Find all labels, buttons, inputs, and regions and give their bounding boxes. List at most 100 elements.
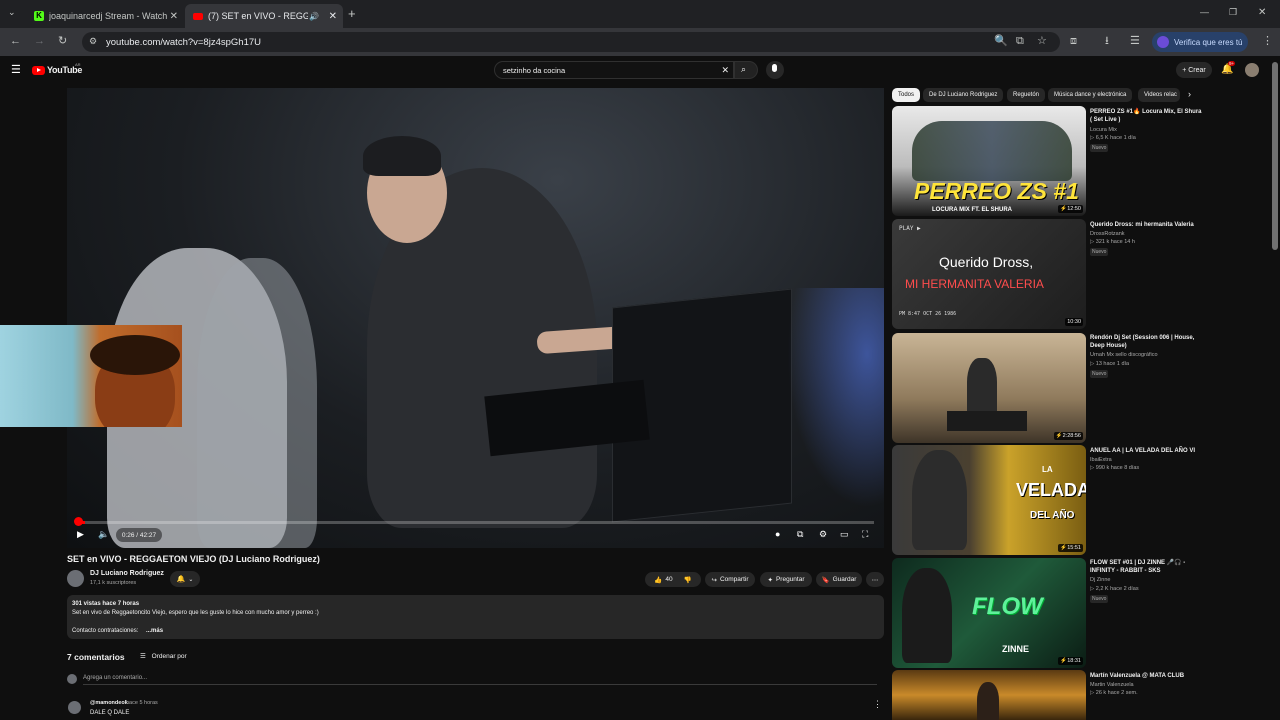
voice-search-button[interactable] [766,61,784,79]
rec-channel[interactable]: Martin Valenzuela [1090,682,1134,688]
video-description[interactable]: 301 vistas hace 7 horas Set en vivo de R… [67,595,884,639]
thumb-subline: LOCURA MIX FT. EL SHURA [932,207,1013,213]
more-actions-button[interactable]: ⋯ [866,572,884,587]
site-info-icon[interactable]: ⚙ [89,37,97,46]
tab-youtube-video[interactable]: (7) SET en VIVO - REGGAETO 🔊 ✕ [185,4,343,28]
forward-arrow-icon[interactable]: → [34,36,45,47]
address-bar[interactable]: ⚙ youtube.com/watch?v=8jz4spGh17U 🔍 ⧉ ☆ [82,32,1060,52]
thumb-date: PM 8:47 OCT 26 1986 [899,311,957,317]
rec-thumbnail[interactable]: ⚡2:28:56 [892,333,1086,443]
close-tab-icon[interactable]: ✕ [170,11,178,22]
ask-button[interactable]: ✦ Preguntar [760,572,812,587]
browser-tab-bar: ⌄ K joaquinarcedj Stream - Watch L ✕ (7)… [0,0,1280,28]
like-count[interactable]: 40 [665,576,672,583]
bookmark-star-icon[interactable]: ☆ [1037,36,1047,47]
fullscreen-icon[interactable]: ⛶ [862,530,868,539]
miniplayer-icon[interactable]: ▭ [840,530,849,539]
rec-channel[interactable]: Locura Mix [1090,127,1117,133]
description-more-link[interactable]: ...más [146,628,163,634]
settings-gear-icon[interactable]: ⚙ [819,530,827,539]
autoplay-toggle-icon[interactable]: ● [775,530,780,539]
save-button[interactable]: 🔖 Guardar [816,572,862,587]
microphone-icon [772,64,777,72]
close-tab-icon[interactable]: ✕ [329,11,337,22]
rec-channel[interactable]: IbaiExtra [1090,457,1112,463]
subscription-bell-button[interactable]: 🔔 ⌄ [170,571,200,587]
tab-kick-stream[interactable]: K joaquinarcedj Stream - Watch L ✕ [26,4,184,28]
chevron-right-icon[interactable]: › [1188,89,1191,99]
like-icon[interactable]: 👍 [654,576,662,584]
play-icon[interactable]: ▶ [77,530,84,539]
dislike-icon[interactable]: 👎 [684,576,692,584]
comment-menu-icon[interactable]: ⋮ [873,699,882,710]
rec-duration: 10:30 [1065,318,1083,326]
rec-channel[interactable]: DrossRotzank [1090,231,1125,237]
restore-button[interactable]: ❐ [1229,8,1237,17]
comment-time: hace 5 horas [126,700,158,706]
download-icon[interactable]: ⭳ [1105,36,1109,47]
rec-channel[interactable]: Dj Zinne [1090,577,1110,583]
thumb-person [912,450,967,550]
description-line: Set en vivo de Reggaetoncito Viejo, espe… [72,610,319,616]
rec-title[interactable]: ANUEL AA | LA VELADA DEL AÑO VI [1090,447,1205,455]
channel-name[interactable]: DJ Luciano Rodriguez [90,570,164,577]
rec-title[interactable]: Querido Dross: mi hermanita Valeria [1090,221,1205,229]
extensions-icon[interactable]: ⧈ [1070,36,1077,47]
thumb-headline: PERREO ZS #1 [914,178,1079,204]
zoom-icon[interactable]: 🔍 [994,36,1008,47]
scrubber-handle[interactable] [74,517,83,526]
subtitles-icon[interactable]: ⧉ [797,530,803,539]
page-scrollbar[interactable] [1272,62,1278,250]
rec-title[interactable]: FLOW SET #01 | DJ ZINNE 🎤🎧 - INFINITY - … [1090,559,1205,575]
rec-title[interactable]: PERREO ZS #1🔥 Locura Mix, El Shura ( Set… [1090,108,1205,124]
account-avatar[interactable] [1245,63,1259,77]
hamburger-menu-icon[interactable]: ☰ [11,65,21,76]
youtube-logo-icon[interactable] [32,66,45,75]
channel-avatar[interactable] [67,570,84,587]
chip-reggaeton[interactable]: Reguetón [1007,88,1046,102]
sort-icon: ☰ [140,653,146,660]
rec-thumbnail[interactable] [892,670,1086,720]
cast-icon[interactable]: ⧉ [1016,36,1024,47]
chip-all[interactable]: Todos [892,88,921,102]
notification-count: 9+ [1228,61,1236,66]
subscriber-count: 17,1 k suscriptores [90,580,137,586]
rec-thumbnail[interactable]: FLOW ZINNE ⚡18:31 [892,558,1086,668]
close-window-button[interactable]: ✕ [1258,8,1266,18]
dj-cap [363,136,441,176]
audio-playing-icon[interactable]: 🔊 [309,12,319,21]
chrome-menu-icon[interactable]: ⋮ [1262,36,1273,47]
chevron-down-icon: ⌄ [188,576,194,583]
chip-related[interactable]: Videos relac [1138,88,1180,102]
rec-thumbnail[interactable]: LA VELADA DEL AÑO ⚡15:51 [892,445,1086,555]
search-button[interactable]: ⌕ [734,61,758,79]
rec-thumbnail[interactable]: PERREO ZS #1 LOCURA MIX FT. EL SHURA ⚡12… [892,106,1086,216]
save-label: Guardar [832,576,857,583]
video-player[interactable] [67,88,884,548]
add-comment-input[interactable]: Agrega un comentario... [83,675,147,681]
back-arrow-icon[interactable]: ← [10,36,21,47]
chip-dance-electronic[interactable]: Música dance y electrónica [1048,88,1133,102]
search-input[interactable]: setzinho da cocina ✕ [494,61,734,79]
new-tab-button[interactable]: + [348,7,356,20]
video-progress-bar[interactable] [77,521,874,524]
sort-comments-button[interactable]: ☰ Ordenar por [140,652,187,660]
rec-channel[interactable]: Urnah Mx sello discográfico [1090,352,1158,358]
create-button[interactable]: + Crear [1176,62,1212,78]
chip-channel[interactable]: De DJ Luciano Rodriguez [923,88,1004,102]
volume-icon[interactable]: 🔈 [98,530,109,539]
clear-search-icon[interactable]: ✕ [721,65,729,76]
rec-thumbnail[interactable]: PLAY ▶ Querido Dross, MI HERMANITA VALER… [892,219,1086,329]
rec-title[interactable]: Rendón Dj Set (Session 006 | House, Deep… [1090,334,1205,350]
search-query: setzinho da cocina [503,65,566,75]
commenter-avatar[interactable] [68,701,81,714]
time-display: 0:26 / 42:27 [116,528,162,542]
share-button[interactable]: ↪ Compartir [705,572,755,587]
reading-list-icon[interactable]: ☰ [1130,36,1140,47]
tab-search-chevron-icon[interactable]: ⌄ [8,8,16,17]
verify-identity-button[interactable]: Verifica que eres tú [1152,32,1248,52]
reload-icon[interactable]: ↻ [58,36,67,47]
minimize-button[interactable]: — [1200,8,1209,17]
rec-title[interactable]: Martín Valenzuela @ MATA CLUB [1090,672,1205,680]
commenter-name[interactable]: @mamondeok [90,700,128,706]
